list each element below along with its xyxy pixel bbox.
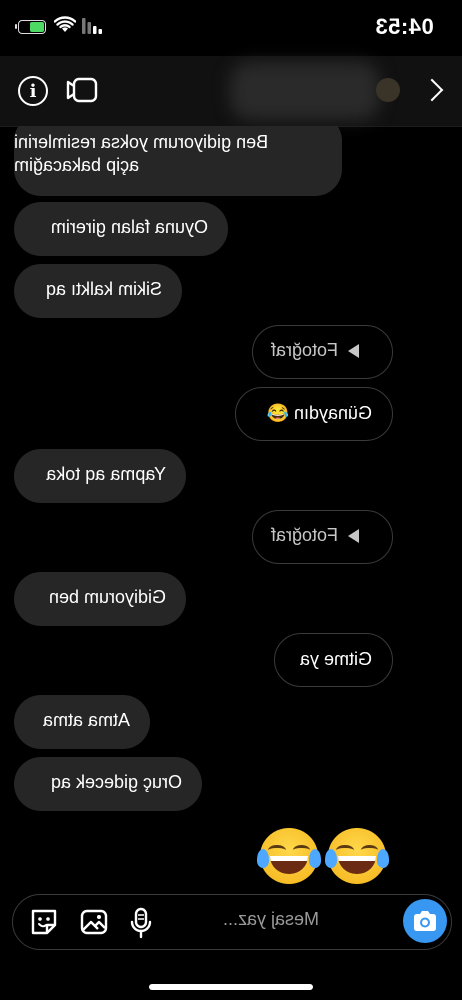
message-sent[interactable]: Gitme ya — [274, 633, 393, 687]
message-text: Gitme ya — [299, 649, 372, 669]
message-text: Yapma aq toka — [46, 464, 166, 484]
laughing-tears-emoji-icon — [324, 828, 390, 884]
info-icon[interactable]: i — [18, 76, 48, 106]
message-text-line: Ben gidiyorum yoksa resimlerini — [14, 132, 269, 152]
message-received[interactable]: Yapma aq toka — [14, 449, 186, 503]
gallery-icon[interactable] — [79, 907, 109, 937]
signal-icon — [82, 18, 102, 34]
microphone-icon[interactable] — [127, 907, 155, 939]
photo-label: Fotoğraf — [271, 525, 339, 545]
message-text: Oruç gidecek aq — [50, 772, 182, 792]
battery-icon — [15, 20, 46, 34]
message-text-line: açip bakacağim — [14, 155, 140, 175]
play-triangle-icon — [348, 343, 360, 358]
message-received[interactable]: Gidiyorum ben — [14, 572, 186, 626]
status-time-text: 04:53 — [375, 14, 434, 39]
message-text: Atma atma — [42, 710, 130, 730]
play-triangle-icon — [348, 528, 360, 543]
message-input[interactable] — [223, 909, 393, 930]
message-text: Oyuna falan girerim — [50, 217, 208, 237]
home-indicator[interactable] — [149, 984, 313, 990]
sticker-icon[interactable] — [29, 907, 59, 937]
message-list[interactable]: Ben gidiyorum yoksa resimlerini açip bak… — [0, 126, 462, 896]
status-time: 04:53 — [375, 14, 434, 40]
message-received[interactable]: Oruç gidecek aq — [14, 757, 202, 811]
message-received[interactable]: Ben gidiyorum yoksa resimlerini açip bak… — [14, 126, 342, 196]
message-received[interactable]: Oyuna falan girerim — [14, 202, 228, 256]
message-composer — [12, 894, 452, 950]
photo-label: Fotoğraf — [271, 340, 339, 360]
wifi-icon — [54, 16, 76, 32]
video-call-icon[interactable] — [66, 76, 98, 104]
message-sent-photo[interactable]: Fotoğraf — [252, 325, 393, 379]
message-received[interactable]: Sikim kalktı aq — [14, 264, 182, 318]
profile-name-blurred[interactable] — [230, 62, 380, 120]
avatar[interactable] — [376, 78, 400, 102]
message-sent[interactable]: Günaydın 😂 — [235, 387, 393, 441]
message-sent-photo[interactable]: Fotoğraf — [252, 510, 393, 564]
message-text: Günaydın 😂 — [266, 403, 372, 423]
message-received[interactable]: Atma atma — [14, 695, 150, 749]
laughing-tears-emoji-icon — [256, 828, 322, 884]
status-bar: 04:53 — [0, 0, 462, 56]
back-chevron-icon[interactable] — [420, 78, 444, 102]
message-text: Sikim kalktı aq — [45, 279, 162, 299]
info-icon-glyph: i — [29, 80, 37, 102]
message-text: Gidiyorum ben — [48, 587, 166, 607]
message-sent-emoji[interactable] — [256, 824, 392, 886]
chat-header: i — [0, 56, 462, 127]
camera-icon — [414, 911, 436, 931]
camera-button[interactable] — [403, 899, 447, 943]
